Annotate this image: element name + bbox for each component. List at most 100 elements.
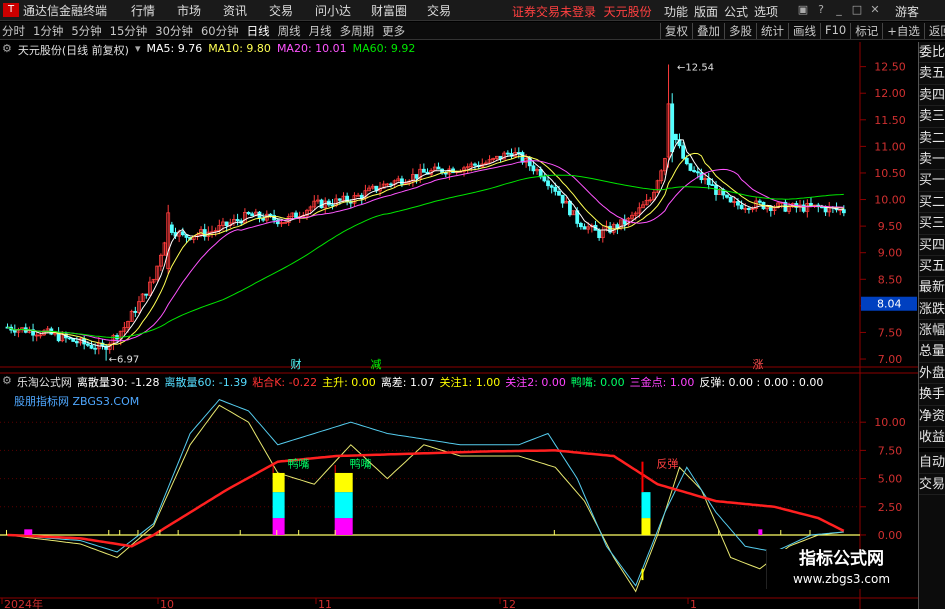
skin-icon[interactable]: ▣ xyxy=(796,3,810,17)
sidebar-item-10[interactable]: 买五 xyxy=(919,256,945,278)
zero-tick xyxy=(276,529,278,535)
sidebar-item-15[interactable]: 外盘 xyxy=(919,363,945,385)
zero-tick xyxy=(119,529,121,535)
sidebar-item-1[interactable]: 卖五 xyxy=(919,63,945,85)
signal-bar xyxy=(641,518,651,535)
sidebar-item-9[interactable]: 买四 xyxy=(919,235,945,256)
signal-bar xyxy=(272,472,285,493)
signal-bar xyxy=(641,492,651,519)
sidebar-item-16[interactable]: 换手 xyxy=(919,384,945,406)
menu-wealth[interactable]: 财富圈 xyxy=(371,2,427,19)
quote-sidebar: 委比 卖五 卖四 卖三 卖二 卖一 买一 买二 买三 买四 买五 最新 涨跌 涨幅 总量 外盘 换手 净资 收益自动… xyxy=(918,42,945,609)
tool-f10[interactable]: F10 xyxy=(820,23,850,39)
sidebar-item-2[interactable]: 卖四 xyxy=(919,85,945,107)
indicator-line-1: 离散量60: -1.39 xyxy=(164,376,248,389)
tab-period-30min[interactable]: 30分钟 xyxy=(155,23,193,39)
menu-formula[interactable]: 公式 xyxy=(724,3,754,20)
x-tick-label: 1 xyxy=(690,598,697,609)
sidebar-item-13[interactable]: 涨幅 xyxy=(919,320,945,342)
sidebar-item-0[interactable]: 委比 xyxy=(919,42,945,64)
help-icon[interactable]: ? xyxy=(814,3,828,17)
sidebar-item-11[interactable]: 最新 xyxy=(919,277,945,299)
kline-chart-area[interactable]: ←12.54←6.97 鸭嘴 鸭嘴 反弹 12.5012.0011.5011.001… xyxy=(0,42,918,609)
menu-trade-2[interactable]: 交易 xyxy=(427,2,473,19)
candle-body xyxy=(443,172,448,175)
candle-body xyxy=(582,226,587,230)
tab-period-multi[interactable]: 多周期 xyxy=(340,23,375,39)
tab-period-1min[interactable]: 1分钟 xyxy=(33,23,63,39)
sidebar-item-14[interactable]: 总量 xyxy=(919,341,945,363)
tool-draw[interactable]: 画线 xyxy=(788,23,820,39)
candle-body xyxy=(736,201,740,206)
menu-trade[interactable]: 交易 xyxy=(269,2,315,19)
sidebar-item-18[interactable]: 收益 xyxy=(919,427,945,449)
candle-body xyxy=(400,178,404,185)
candle-body xyxy=(294,212,298,218)
sidebar-item-7[interactable]: 买二 xyxy=(919,192,945,214)
tab-period-more[interactable]: 更多 xyxy=(382,23,405,39)
menu-market[interactable]: 市场 xyxy=(177,2,223,19)
tool-back[interactable]: 返回 xyxy=(923,23,945,39)
candle-body xyxy=(820,206,824,209)
indicator-line-0: 离散量30: -1.28 xyxy=(76,376,160,389)
indicator-name[interactable]: 乐淘公式网 xyxy=(17,374,72,389)
minimize-icon[interactable]: _ xyxy=(832,3,846,17)
zero-tick xyxy=(809,529,811,535)
sidebar-item-6[interactable]: 买一 xyxy=(919,170,945,192)
signal-bar xyxy=(272,465,274,473)
login-warning[interactable]: 证券交易未登录 天元股份 xyxy=(512,3,652,20)
menu-options[interactable]: 选项 xyxy=(754,3,784,20)
price-tick-label: 11.50 xyxy=(874,114,906,127)
sidebar-item-17[interactable]: 净资 xyxy=(919,406,945,428)
candle-body xyxy=(710,184,715,186)
candle-body xyxy=(93,347,98,350)
tool-adjust[interactable]: 复权 xyxy=(660,23,692,39)
menu-quotes[interactable]: 行情 xyxy=(131,2,177,19)
sidebar-item-12[interactable]: 涨跌 xyxy=(919,299,945,321)
tab-period-day[interactable]: 日线 xyxy=(247,23,270,39)
gear-icon[interactable]: ⚙ xyxy=(2,42,12,56)
menu-ask[interactable]: 问小达 xyxy=(315,2,371,19)
tool-mark[interactable]: 标记 xyxy=(850,23,882,39)
dispersion-30-line xyxy=(7,404,844,593)
ind-tick-label: 7.50 xyxy=(878,444,903,457)
tool-overlay[interactable]: 叠加 xyxy=(692,23,724,39)
price-tick-label: 10.50 xyxy=(874,167,906,180)
candle-body xyxy=(421,168,426,173)
candle-body xyxy=(546,180,550,187)
candle-body xyxy=(389,183,393,186)
tool-multi-stock[interactable]: 多股 xyxy=(724,23,756,39)
sidebar-item-4[interactable]: 卖二 xyxy=(919,128,945,149)
main-menu: 行情 市场 资讯 交易 问小达 财富圈 交易 xyxy=(131,2,473,19)
tool-stats[interactable]: 统计 xyxy=(756,23,788,39)
maximize-icon[interactable]: □ xyxy=(850,3,864,17)
tab-period-week[interactable]: 周线 xyxy=(278,23,301,39)
tab-period-15min[interactable]: 15分钟 xyxy=(110,23,148,39)
candle-body xyxy=(714,184,718,195)
indicator-line-6: 关注2: 0.00 xyxy=(505,376,566,389)
sidebar-item-19[interactable]: 自动 xyxy=(919,452,945,474)
tab-period-60min[interactable]: 60分钟 xyxy=(201,23,239,39)
menu-layout[interactable]: 版面 xyxy=(694,3,724,20)
sidebar-item-5[interactable]: 卖一 xyxy=(919,149,945,171)
chart-grid xyxy=(0,42,918,609)
chevron-down-icon[interactable]: ▾ xyxy=(135,42,141,56)
candle-body xyxy=(688,163,693,171)
gear-icon[interactable]: ⚙ xyxy=(2,374,12,388)
signal-label: 鸭嘴 xyxy=(288,457,310,470)
sidebar-item-8[interactable]: 买三 xyxy=(919,213,945,235)
candle-body xyxy=(673,133,678,141)
guest-label[interactable]: 游客 xyxy=(895,3,919,20)
sidebar-item-3[interactable]: 卖三 xyxy=(919,106,945,128)
tool-add-watchlist[interactable]: +自选 xyxy=(882,23,924,39)
menu-function[interactable]: 功能 xyxy=(664,3,694,20)
candle-body xyxy=(319,199,324,209)
menu-news[interactable]: 资讯 xyxy=(223,2,269,19)
close-icon[interactable]: ✕ xyxy=(868,3,882,17)
candle-body xyxy=(728,196,733,203)
tab-period-month[interactable]: 月线 xyxy=(309,23,332,39)
sidebar-item-20[interactable]: 交易 xyxy=(919,474,945,496)
tab-period-timeshare[interactable]: 分时 xyxy=(2,23,25,39)
zero-tick xyxy=(108,529,110,535)
tab-period-5min[interactable]: 5分钟 xyxy=(71,23,101,39)
